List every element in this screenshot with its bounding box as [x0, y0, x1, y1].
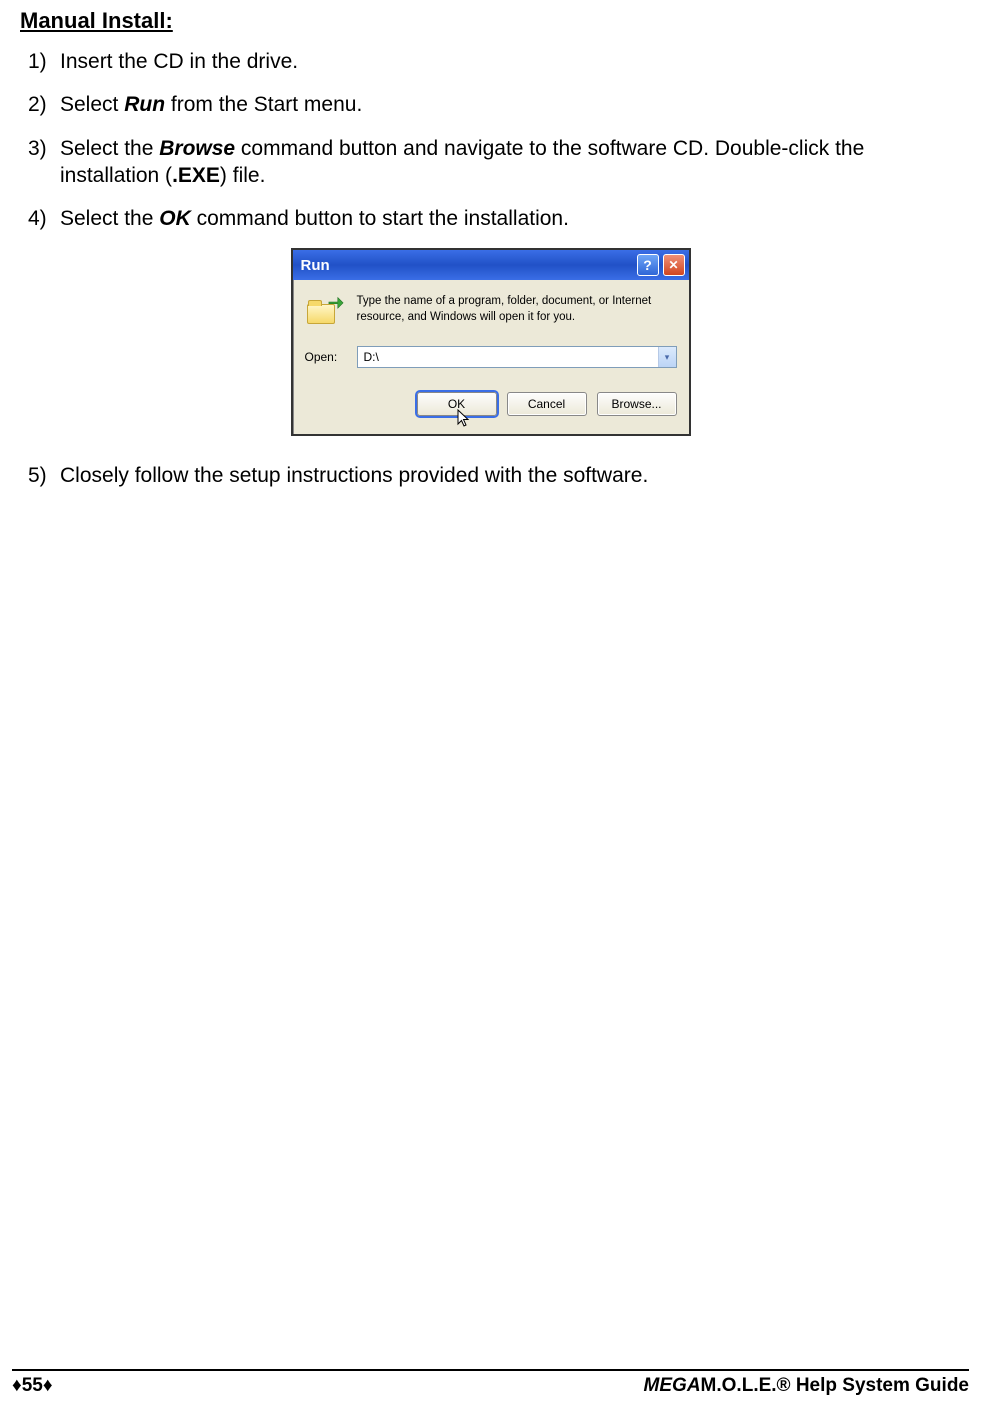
dialog-title: Run [301, 257, 633, 274]
cancel-button[interactable]: Cancel [507, 392, 587, 416]
run-dialog-screenshot: Run Type the name of a program, folder, … [20, 248, 961, 436]
page-footer: ♦55♦ MEGAM.O.L.E.® Help System Guide [0, 1369, 981, 1397]
step-number: 3) [28, 135, 47, 162]
step-text: Select Run from the Start menu. [60, 93, 362, 116]
open-combobox[interactable]: D:\ [357, 346, 677, 368]
dialog-description-row: Type the name of a program, folder, docu… [305, 294, 677, 330]
list-item: 3) Select the Browse command button and … [60, 135, 961, 190]
browse-button[interactable]: Browse... [597, 392, 677, 416]
open-row: Open: D:\ [305, 346, 677, 368]
install-steps-list: 1) Insert the CD in the drive. 2) Select… [20, 48, 961, 232]
run-dialog: Run Type the name of a program, folder, … [291, 248, 691, 436]
help-icon[interactable] [637, 254, 659, 276]
guide-title: MEGAM.O.L.E.® Help System Guide [644, 1375, 969, 1397]
list-item: 5) Closely follow the setup instructions… [60, 462, 961, 489]
document-body: Manual Install: 1) Insert the CD in the … [0, 0, 981, 490]
step-number: 2) [28, 91, 47, 118]
cursor-icon [457, 409, 473, 429]
ok-button[interactable]: OK [417, 392, 497, 416]
step-text: Insert the CD in the drive. [60, 50, 298, 73]
list-item: 4) Select the OK command button to start… [60, 205, 961, 232]
step-number: 5) [28, 462, 47, 489]
step-number: 1) [28, 48, 47, 75]
step-text: Closely follow the setup instructions pr… [60, 464, 648, 487]
list-item: 2) Select Run from the Start menu. [60, 91, 961, 118]
footer-rule [12, 1369, 969, 1371]
run-program-icon [305, 294, 345, 330]
step-text: Select the Browse command button and nav… [60, 137, 864, 187]
dialog-description: Type the name of a program, folder, docu… [357, 294, 677, 325]
dialog-button-row: OK Cancel Browse... [305, 392, 677, 420]
chevron-down-icon[interactable] [658, 347, 676, 367]
open-label: Open: [305, 350, 357, 364]
footer-row: ♦55♦ MEGAM.O.L.E.® Help System Guide [12, 1375, 969, 1397]
dialog-body: Type the name of a program, folder, docu… [293, 280, 689, 434]
step-number: 4) [28, 205, 47, 232]
close-icon[interactable] [663, 254, 685, 276]
step-text: Select the OK command button to start th… [60, 207, 569, 230]
open-value: D:\ [364, 350, 658, 364]
dialog-titlebar[interactable]: Run [293, 250, 689, 280]
install-steps-list-cont: 5) Closely follow the setup instructions… [20, 462, 961, 489]
section-heading: Manual Install: [20, 8, 961, 34]
page-number: ♦55♦ [12, 1375, 53, 1397]
list-item: 1) Insert the CD in the drive. [60, 48, 961, 75]
